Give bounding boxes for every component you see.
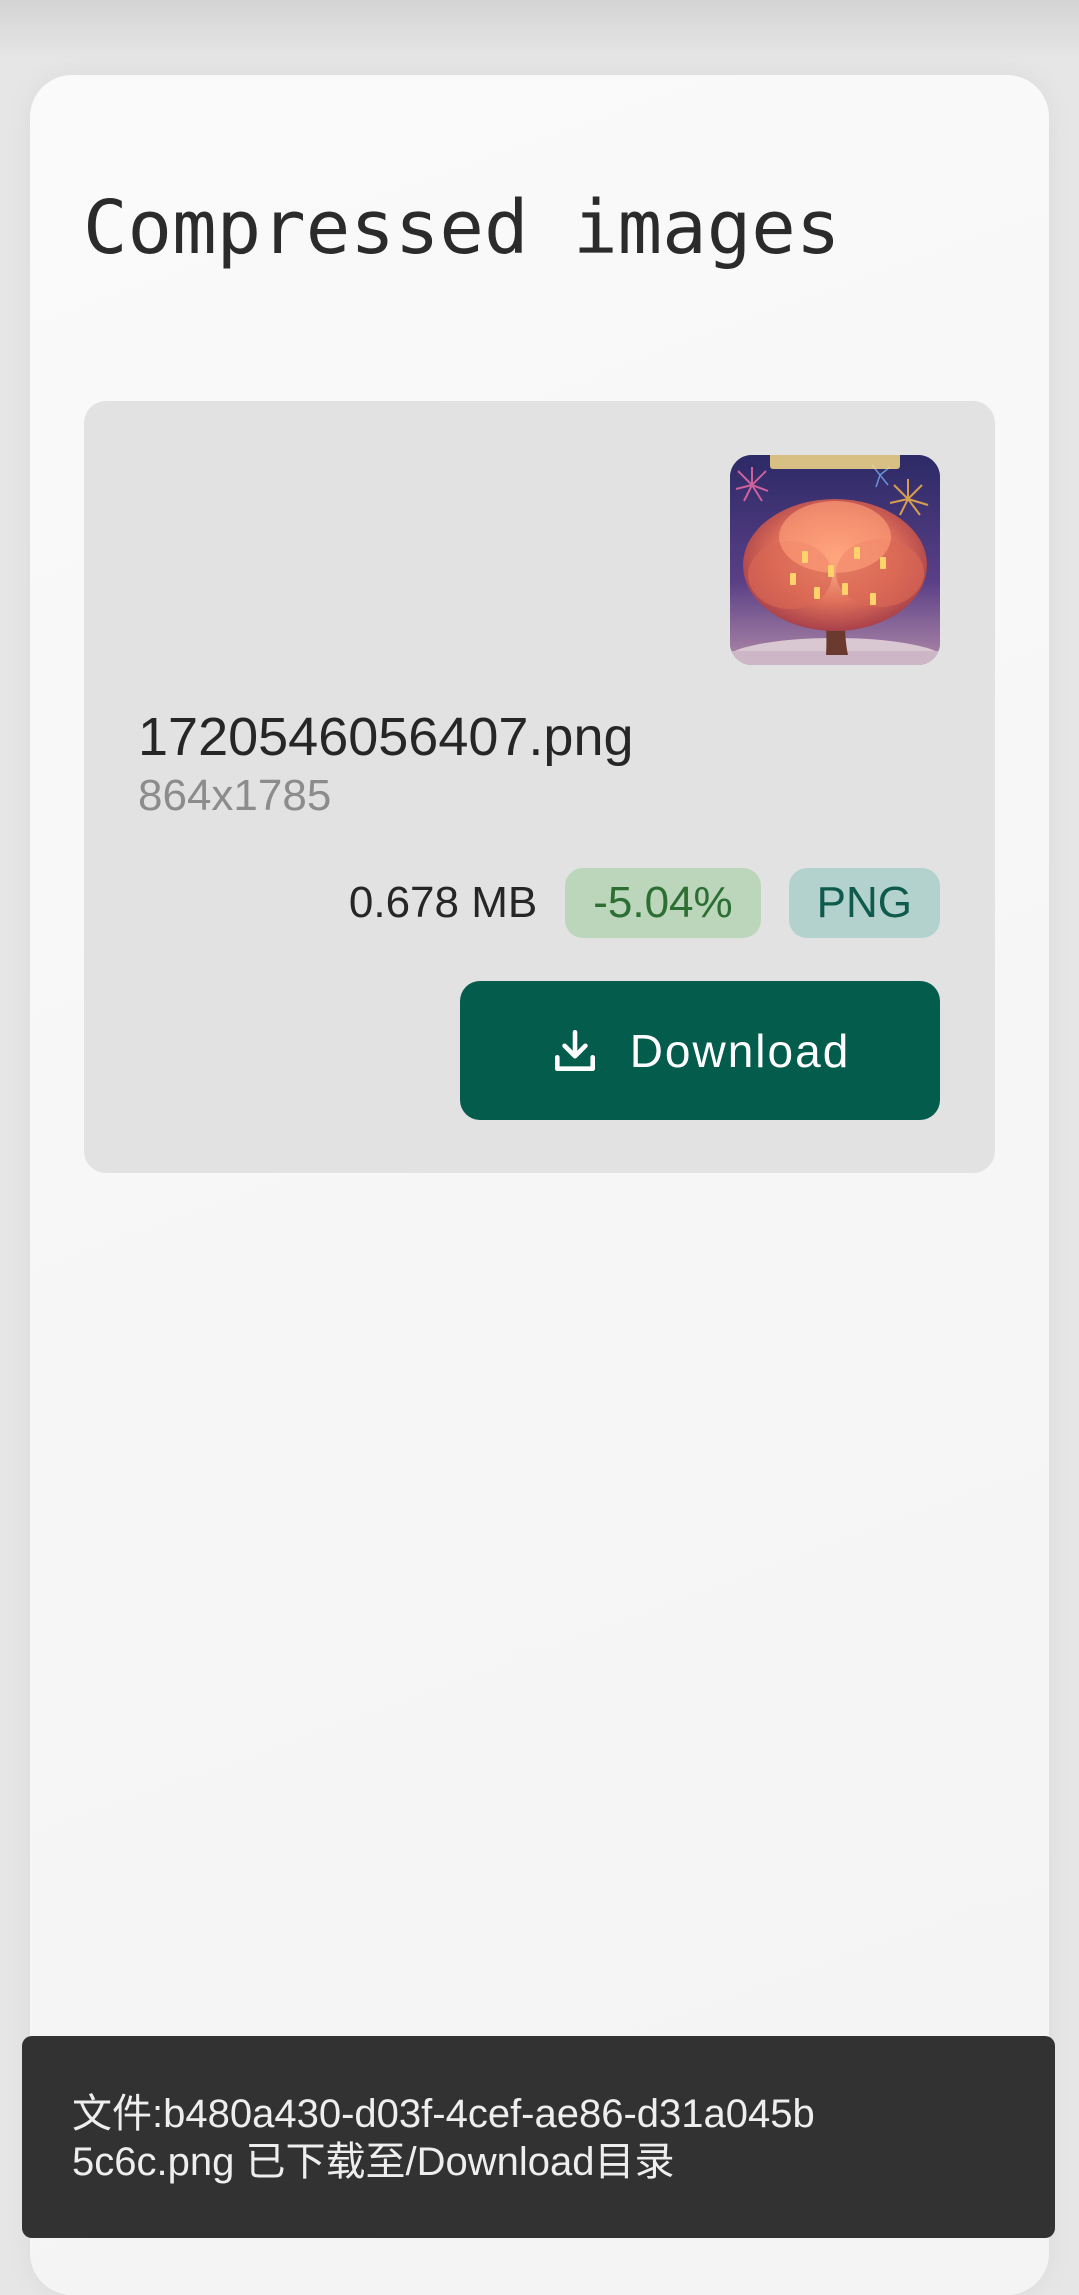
top-shadow xyxy=(0,0,1079,60)
toast-message: 文件:b480a430-d03f-4cef-ae86-d31a045b5c6c.… xyxy=(72,2092,815,2184)
image-filename: 1720546056407.png xyxy=(138,707,634,767)
download-button-label: Download xyxy=(629,1024,851,1077)
compressed-image-card: 1720546056407.png 864x1785 0.678 MB -5.0… xyxy=(84,401,995,1173)
thumbnail-picture xyxy=(730,455,940,665)
download-icon xyxy=(550,1026,600,1076)
toast-notification: 文件:b480a430-d03f-4cef-ae86-d31a045b5c6c.… xyxy=(22,2036,1055,2238)
image-meta-row: 0.678 MB -5.04% PNG xyxy=(349,868,940,938)
page-title: Compressed images xyxy=(83,185,841,271)
savings-badge: -5.04% xyxy=(565,868,761,938)
format-badge: PNG xyxy=(788,868,940,938)
download-button[interactable]: Download xyxy=(460,981,940,1120)
image-thumbnail[interactable] xyxy=(730,455,940,665)
image-dimensions: 864x1785 xyxy=(138,771,332,820)
file-size: 0.678 MB xyxy=(348,878,538,927)
